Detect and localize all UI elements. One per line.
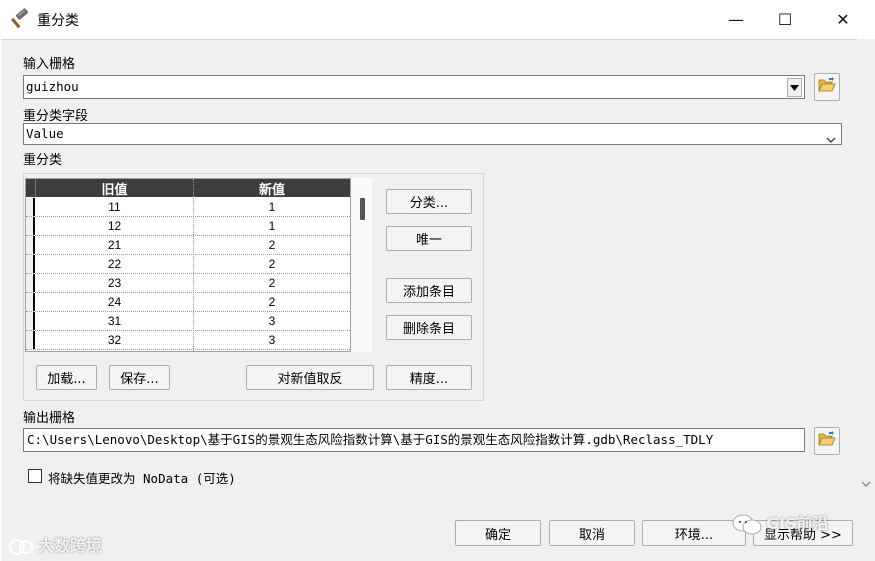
watermark-left-text: 大数跨境 <box>38 536 103 555</box>
table-row[interactable]: 23 2 <box>26 274 350 293</box>
table-row[interactable]: 31 3 <box>26 312 350 331</box>
input-raster-value: guizhou <box>26 79 79 94</box>
input-raster-browse-button[interactable] <box>814 73 840 101</box>
unique-button[interactable]: 唯一 <box>386 226 472 251</box>
old-value-cell[interactable]: 23 <box>36 274 193 292</box>
header-corner <box>26 179 36 197</box>
cancel-button[interactable]: 取消 <box>549 520 635 546</box>
maximize-button[interactable]: ☐ <box>762 0 808 38</box>
old-value-cell[interactable]: 11 <box>36 198 193 216</box>
nodata-checkbox[interactable] <box>28 469 42 483</box>
add-entry-button[interactable]: 添加条目 <box>386 278 472 303</box>
row-header[interactable] <box>26 293 35 311</box>
nodata-checkbox-label[interactable]: 将缺失值更改为 NoData (可选) <box>48 468 236 487</box>
new-value-cell[interactable]: 3 <box>194 331 350 349</box>
chevron-down-icon[interactable] <box>826 130 836 144</box>
input-raster-label: 输入栅格 <box>23 57 76 72</box>
wechat-icon <box>732 514 762 536</box>
reverse-values-button[interactable]: 对新值取反 <box>246 365 374 390</box>
chevron-down-icon[interactable] <box>861 477 871 492</box>
new-value-cell[interactable]: 2 <box>194 236 350 254</box>
watermark-logo-icon <box>8 537 34 557</box>
row-header[interactable] <box>26 217 35 235</box>
table-row[interactable]: 32 3 <box>26 331 350 350</box>
row-header[interactable] <box>26 331 35 349</box>
table-header: 旧值 新值 <box>26 179 350 198</box>
dialog-body: 输入栅格 guizhou 重分类字段 Value 重分类 旧值 新值 11 1 … <box>1 39 857 561</box>
environments-button[interactable]: 环境... <box>642 520 746 546</box>
new-value-cell[interactable]: 3 <box>194 312 350 330</box>
dialog-scrollbar[interactable] <box>857 39 875 561</box>
output-raster-value: C:\Users\Lenovo\Desktop\基于GIS的景观生态风险指数计算… <box>27 432 714 447</box>
maximize-icon: ☐ <box>777 9 793 29</box>
table-scrollbar[interactable] <box>351 178 372 352</box>
old-value-cell[interactable]: 12 <box>36 217 193 235</box>
old-value-cell[interactable]: 31 <box>36 312 193 330</box>
watermark-right-text: GIS前沿 <box>766 514 829 533</box>
close-button[interactable]: ✕ <box>820 0 866 38</box>
table-row[interactable]: 24 2 <box>26 293 350 312</box>
old-value-cell[interactable]: 32 <box>36 331 193 349</box>
precision-button[interactable]: 精度... <box>386 365 472 390</box>
new-value-cell[interactable]: 2 <box>194 293 350 311</box>
ok-button[interactable]: 确定 <box>455 520 541 546</box>
reclass-field-combo[interactable]: Value <box>23 123 842 145</box>
delete-entry-button[interactable]: 删除条目 <box>386 315 472 340</box>
new-value-cell[interactable]: 1 <box>194 198 350 216</box>
old-value-cell[interactable]: 24 <box>36 293 193 311</box>
table-row[interactable]: 12 1 <box>26 217 350 236</box>
classify-button[interactable]: 分类... <box>386 189 472 214</box>
new-value-cell[interactable]: 2 <box>194 255 350 273</box>
save-button[interactable]: 保存... <box>109 365 170 390</box>
row-header[interactable] <box>26 312 35 330</box>
reclass-table[interactable]: 旧值 新值 11 1 12 1 21 2 22 2 23 2 24 2 31 3… <box>25 178 351 352</box>
reclassification-label: 重分类 <box>23 153 63 168</box>
close-icon: ✕ <box>836 9 850 29</box>
old-value-cell[interactable]: 22 <box>36 255 193 273</box>
output-raster-label: 输出栅格 <box>23 411 76 426</box>
column-header-old[interactable]: 旧值 <box>36 179 193 198</box>
hammer-icon <box>10 8 32 30</box>
row-header[interactable] <box>26 274 35 292</box>
table-row[interactable]: 11 1 <box>26 198 350 217</box>
minimize-icon: — <box>728 9 744 29</box>
row-header[interactable] <box>26 198 35 216</box>
load-button[interactable]: 加载... <box>36 365 97 390</box>
new-value-cell[interactable]: 2 <box>194 274 350 292</box>
reclass-field-value: Value <box>26 126 64 141</box>
watermark-right: GIS前沿 <box>732 510 829 536</box>
folder-open-icon <box>818 77 836 97</box>
input-raster-combo[interactable]: guizhou <box>23 75 805 99</box>
table-row[interactable]: 21 2 <box>26 236 350 255</box>
old-value-cell[interactable]: 21 <box>36 236 193 254</box>
reclass-field-label: 重分类字段 <box>23 109 89 124</box>
reclassification-group: 旧值 新值 11 1 12 1 21 2 22 2 23 2 24 2 31 3… <box>23 173 484 401</box>
table-row[interactable]: 22 2 <box>26 255 350 274</box>
chevron-down-icon[interactable] <box>787 78 802 97</box>
row-header[interactable] <box>26 236 35 254</box>
column-header-new[interactable]: 新值 <box>194 179 350 198</box>
watermark-left: 大数跨境 <box>8 532 102 557</box>
output-raster-browse-button[interactable] <box>814 427 840 455</box>
title-bar: 重分类 — ☐ ✕ <box>0 0 875 38</box>
minimize-button[interactable]: — <box>713 0 759 38</box>
window-title: 重分类 <box>37 13 79 29</box>
scrollbar-thumb[interactable] <box>360 198 365 220</box>
new-value-cell[interactable]: 1 <box>194 217 350 235</box>
row-header[interactable] <box>26 255 35 273</box>
output-raster-input[interactable]: C:\Users\Lenovo\Desktop\基于GIS的景观生态风险指数计算… <box>23 428 805 452</box>
folder-open-icon <box>818 431 836 451</box>
